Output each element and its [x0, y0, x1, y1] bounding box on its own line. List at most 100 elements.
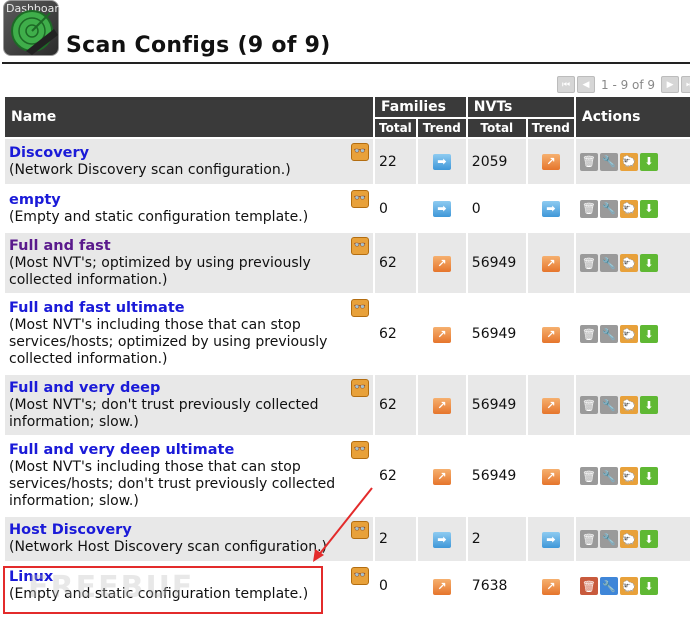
trash-icon[interactable]: 🗑: [579, 577, 598, 595]
trend-up-arrow-icon: ↗: [432, 578, 451, 595]
download-icon[interactable]: ⬇: [639, 577, 658, 595]
families-total-cell: 62: [375, 233, 416, 293]
nvts-trend-cell: ↗: [527, 139, 574, 184]
download-icon[interactable]: ⬇: [639, 325, 658, 343]
glasses-icon[interactable]: 👓: [351, 379, 369, 397]
trash-icon[interactable]: 🗑: [579, 396, 598, 414]
clone-icon[interactable]: 🐑: [619, 152, 638, 171]
trend-up-arrow-icon: ↗: [541, 255, 560, 272]
glasses-icon[interactable]: 👓: [351, 190, 369, 208]
trend-up-arrow-icon: ↗: [541, 468, 560, 485]
pagination: ⏮ ◀ 1 - 9 of 9 ▶ ⏭: [557, 76, 690, 93]
table-row: Full and very deep ultimate (Most NVT's …: [5, 437, 690, 515]
table-row: empty (Empty and static configuration te…: [5, 186, 690, 231]
nvts-trend-cell: ↗: [527, 437, 574, 515]
wrench-icon[interactable]: 🔧: [599, 577, 618, 595]
trash-icon[interactable]: 🗑: [579, 254, 598, 272]
clone-icon[interactable]: 🐑: [619, 577, 638, 595]
families-total-header[interactable]: Total: [375, 119, 416, 137]
config-description: (Most NVT's; don't trust previously coll…: [9, 396, 319, 430]
nvts-trend-cell: ↗: [527, 563, 574, 609]
nvts-trend-header[interactable]: Trend: [527, 119, 574, 137]
glasses-icon[interactable]: 👓: [351, 441, 369, 459]
actions-cell: 🗑 🔧 🐑 ⬇: [575, 139, 690, 184]
column-families-header: Families: [375, 97, 466, 117]
download-icon[interactable]: ⬇: [639, 152, 658, 171]
clone-icon[interactable]: 🐑: [619, 530, 638, 548]
clone-icon[interactable]: 🐑: [619, 254, 638, 272]
wrench-icon[interactable]: 🔧: [599, 254, 618, 272]
glasses-icon[interactable]: 👓: [351, 237, 369, 255]
wrench-icon[interactable]: 🔧: [599, 152, 618, 171]
actions-cell: 🗑 🔧 🐑 ⬇: [575, 375, 690, 435]
download-icon[interactable]: ⬇: [639, 199, 658, 218]
nvts-total-cell: 2059: [467, 139, 526, 184]
wrench-icon[interactable]: 🔧: [599, 467, 618, 485]
app-logo[interactable]: Dashboard: [3, 0, 60, 56]
table-row: Discovery (Network Discovery scan config…: [5, 139, 690, 184]
config-name-link[interactable]: Full and fast: [9, 238, 111, 254]
nvts-total-cell: 56949: [467, 375, 526, 435]
nvts-trend-cell: ↗: [527, 295, 574, 373]
clone-icon[interactable]: 🐑: [619, 467, 638, 485]
download-icon[interactable]: ⬇: [639, 396, 658, 414]
pagination-text: 1 - 9 of 9: [601, 77, 656, 92]
families-trend-header[interactable]: Trend: [417, 119, 466, 137]
wrench-icon[interactable]: 🔧: [599, 530, 618, 548]
column-nvts-header: NVTs: [467, 97, 574, 117]
trash-icon[interactable]: 🗑: [579, 199, 598, 218]
trash-icon[interactable]: 🗑: [579, 325, 598, 343]
families-trend-cell: ↗: [417, 375, 466, 435]
trend-up-arrow-icon: ↗: [432, 326, 451, 343]
download-icon[interactable]: ⬇: [639, 254, 658, 272]
column-name-header[interactable]: Name: [5, 97, 373, 137]
config-name-link[interactable]: empty: [9, 192, 61, 208]
scan-configs-table: Name Families NVTs Actions Total Trend T…: [3, 95, 690, 611]
glasses-icon[interactable]: 👓: [351, 143, 369, 161]
config-name-link[interactable]: Full and very deep: [9, 380, 160, 396]
config-name-link[interactable]: Discovery: [9, 145, 89, 161]
clone-icon[interactable]: 🐑: [619, 199, 638, 218]
nvts-total-cell: 56949: [467, 233, 526, 293]
table-row: Full and fast ultimate (Most NVT's inclu…: [5, 295, 690, 373]
config-name-link[interactable]: Linux: [9, 569, 53, 585]
families-total-cell: 2: [375, 517, 416, 561]
glasses-icon[interactable]: 👓: [351, 521, 369, 539]
trend-same-arrow-icon: ➡: [541, 531, 560, 548]
families-total-cell: 0: [375, 186, 416, 231]
families-trend-cell: ➡: [417, 517, 466, 561]
last-page-button[interactable]: ⏭: [681, 76, 690, 93]
first-page-button[interactable]: ⏮: [557, 76, 575, 93]
config-name-link[interactable]: Full and fast ultimate: [9, 300, 185, 316]
trash-icon[interactable]: 🗑: [579, 152, 598, 171]
clone-icon[interactable]: 🐑: [619, 325, 638, 343]
page-title: Scan Configs (9 of 9): [66, 33, 331, 58]
clone-icon[interactable]: 🐑: [619, 396, 638, 414]
nvts-total-cell: 7638: [467, 563, 526, 609]
download-icon[interactable]: ⬇: [639, 530, 658, 548]
families-total-cell: 22: [375, 139, 416, 184]
families-total-cell: 0: [375, 563, 416, 609]
config-name-cell: Full and fast ultimate (Most NVT's inclu…: [5, 295, 373, 373]
nvts-total-header[interactable]: Total: [467, 119, 526, 137]
config-description: (Most NVT's including those that can sto…: [9, 317, 328, 367]
nvts-trend-cell: ➡: [527, 517, 574, 561]
trend-up-arrow-icon: ↗: [432, 397, 451, 414]
table-row: Host Discovery (Network Host Discovery s…: [5, 517, 690, 561]
wrench-icon[interactable]: 🔧: [599, 199, 618, 218]
trash-icon[interactable]: 🗑: [579, 467, 598, 485]
next-page-button[interactable]: ▶: [661, 76, 680, 93]
actions-cell: 🗑 🔧 🐑 ⬇: [575, 517, 690, 561]
trash-icon[interactable]: 🗑: [579, 530, 598, 548]
glasses-icon[interactable]: 👓: [351, 299, 369, 317]
trend-same-arrow-icon: ➡: [432, 201, 451, 217]
glasses-icon[interactable]: 👓: [351, 567, 369, 585]
trend-same-arrow-icon: ➡: [541, 201, 560, 217]
families-trend-cell: ↗: [417, 295, 466, 373]
download-icon[interactable]: ⬇: [639, 467, 658, 485]
wrench-icon[interactable]: 🔧: [599, 325, 618, 343]
config-name-link[interactable]: Host Discovery: [9, 522, 132, 538]
prev-page-button[interactable]: ◀: [577, 76, 595, 93]
config-name-link[interactable]: Full and very deep ultimate: [9, 442, 234, 458]
wrench-icon[interactable]: 🔧: [599, 396, 618, 414]
